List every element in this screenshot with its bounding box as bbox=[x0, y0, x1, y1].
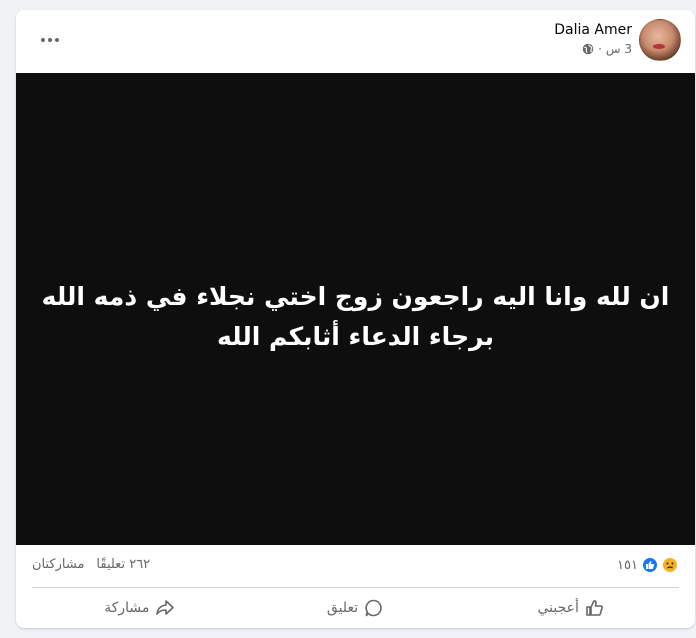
reactions-summary[interactable]: ١٥١ bbox=[617, 556, 679, 574]
comment-button[interactable]: تعليق bbox=[248, 590, 464, 626]
share-label: مشاركة bbox=[104, 600, 150, 616]
post-card: Dalia Amer 3 س · ان لله وانا اليه راجعون… bbox=[16, 10, 695, 628]
comment-icon bbox=[365, 599, 382, 617]
post-actions: أعجبني تعليق مشاركة bbox=[32, 590, 679, 626]
post-stats: ١٥١ ٢٦٢ تعليقًا مشاركتان bbox=[16, 545, 695, 587]
dot-icon bbox=[48, 38, 52, 42]
like-label: أعجبني bbox=[537, 600, 579, 616]
like-reaction-icon bbox=[641, 556, 659, 574]
meta-separator: · bbox=[598, 42, 602, 56]
avatar-photo-detail bbox=[653, 44, 665, 49]
post-image[interactable]: ان لله وانا اليه راجعون زوج اختي نجلاء ف… bbox=[16, 73, 695, 545]
dot-icon bbox=[41, 38, 45, 42]
post-image-line-2: برجاء الدعاء أثابكم الله bbox=[216, 322, 495, 351]
post-header: Dalia Amer 3 س · bbox=[16, 10, 695, 73]
post-image-line-1: ان لله وانا اليه راجعون زوج اختي نجلاء ف… bbox=[41, 282, 670, 311]
avatar[interactable] bbox=[639, 19, 681, 61]
more-options-button[interactable] bbox=[38, 30, 62, 50]
dot-icon bbox=[55, 38, 59, 42]
reaction-count: ١٥١ bbox=[617, 557, 638, 573]
shares-count[interactable]: مشاركتان bbox=[32, 557, 84, 572]
globe-icon bbox=[582, 43, 594, 55]
comments-count[interactable]: ٢٦٢ تعليقًا bbox=[96, 557, 150, 572]
share-button[interactable]: مشاركة bbox=[32, 590, 248, 626]
post-time[interactable]: 3 س bbox=[606, 42, 632, 56]
engagement-counts: ٢٦٢ تعليقًا مشاركتان bbox=[32, 557, 150, 572]
author-block: Dalia Amer 3 س · bbox=[554, 22, 632, 56]
actions-divider bbox=[32, 587, 679, 588]
comment-label: تعليق bbox=[326, 600, 359, 616]
share-icon bbox=[156, 600, 175, 615]
post-meta: 3 س · bbox=[554, 42, 632, 56]
post-image-text: ان لله وانا اليه راجعون زوج اختي نجلاء ف… bbox=[42, 277, 670, 357]
sad-reaction-icon bbox=[661, 556, 679, 574]
author-name[interactable]: Dalia Amer bbox=[554, 22, 632, 38]
thumbs-up-icon bbox=[586, 600, 603, 616]
like-button[interactable]: أعجبني bbox=[463, 590, 679, 626]
